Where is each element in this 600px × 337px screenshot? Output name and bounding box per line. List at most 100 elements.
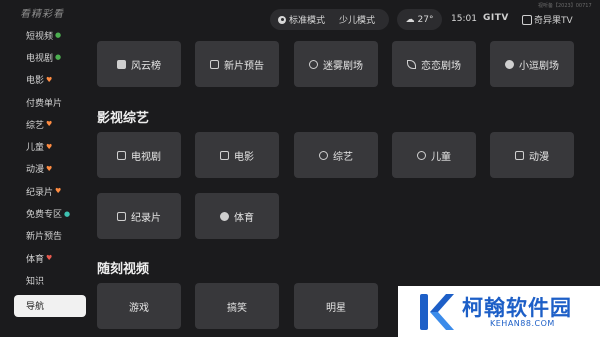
tile-label: 电影	[234, 151, 254, 163]
kids-mode-button[interactable]: 少儿模式	[332, 9, 382, 30]
sidebar-item-label: 纪录片	[26, 187, 54, 198]
tile-ranking[interactable]: 风云榜	[97, 41, 181, 87]
sidebar-item-variety[interactable]: 综艺 ♥	[14, 113, 92, 135]
tile-label: 体育	[234, 212, 254, 224]
new-dot-icon: ●	[64, 209, 71, 218]
sidebar-item-kids[interactable]: 儿童 ♥	[14, 135, 92, 157]
watermark-name: 柯翰软件园	[462, 296, 572, 320]
tile-label: 小逗剧场	[519, 60, 559, 72]
anime-icon	[515, 150, 524, 160]
gitv-logo: GITV	[483, 13, 509, 23]
watermark-url: KEHAN88.COM	[490, 319, 555, 328]
section-title-film-variety: 影视综艺	[97, 111, 150, 126]
tile-kids[interactable]: 儿童	[392, 132, 476, 178]
heart-icon: ♥	[55, 187, 62, 196]
site-watermark: 柯翰软件园 KEHAN88.COM	[398, 286, 600, 337]
qiyiguo-icon	[522, 14, 532, 25]
tile-label: 儿童	[431, 151, 451, 163]
heart-icon: ♥	[46, 164, 53, 173]
sidebar-item-label: 知识	[26, 276, 45, 287]
brand-script-logo: 看精彩看	[20, 9, 64, 20]
sidebar-item-anime[interactable]: 动漫 ♥	[14, 158, 92, 180]
license-note: 视听备【2023】00717	[538, 3, 592, 9]
heart-icon: ♥	[46, 142, 53, 151]
tile-movies[interactable]: 电影	[195, 132, 279, 178]
sidebar-item-trailers[interactable]: 新片预告	[14, 225, 92, 247]
kehan-logo-icon	[420, 294, 454, 330]
chart-icon	[117, 59, 126, 69]
tile-label: 风云榜	[131, 60, 161, 72]
standard-mode-label: 标准模式	[289, 16, 326, 26]
tile-anime[interactable]: 动漫	[490, 132, 574, 178]
new-dot-icon: ●	[55, 53, 62, 62]
leaf-icon	[407, 59, 416, 69]
tile-label: 纪录片	[131, 212, 161, 224]
kid-icon	[417, 150, 426, 160]
tile-celebrities[interactable]: 明星	[294, 283, 378, 329]
sidebar-item-navigation[interactable]: 导航	[14, 294, 86, 317]
sports-icon	[220, 211, 229, 221]
sidebar-item-label: 免费专区	[26, 210, 63, 221]
tv-home-screen: 看精彩看 视听备【2023】00717 标准模式 少儿模式 ☁ 27° 15:0…	[0, 0, 600, 337]
section-title-suike-video: 随刻视频	[97, 262, 150, 277]
tile-label: 游戏	[129, 302, 149, 314]
sidebar-item-label: 综艺	[26, 120, 45, 131]
tile-funny[interactable]: 搞笑	[195, 283, 279, 329]
sidebar-item-movies[interactable]: 电影 ♥	[14, 69, 92, 91]
sidebar-item-label: 体育	[26, 254, 45, 265]
tile-documentary[interactable]: 纪录片	[97, 193, 181, 239]
sidebar-item-label: 动漫	[26, 165, 45, 176]
temperature: 27°	[417, 14, 434, 25]
variety-icon	[319, 150, 328, 160]
tile-label: 综艺	[333, 151, 353, 163]
cloud-icon: ☁	[405, 14, 415, 25]
sidebar-item-label: 付费单片	[26, 98, 63, 109]
sidebar-item-label: 导航	[26, 302, 45, 313]
tile-tv-series[interactable]: 电视剧	[97, 132, 181, 178]
sidebar-item-label: 新片预告	[26, 232, 63, 243]
documentary-icon	[117, 211, 126, 221]
tile-sports[interactable]: 体育	[195, 193, 279, 239]
tile-variety[interactable]: 综艺	[294, 132, 378, 178]
tile-label: 搞笑	[227, 302, 247, 314]
tile-mist-theater[interactable]: 迷雾剧场	[294, 41, 378, 87]
qiyiguo-logo: 奇异果TV	[522, 13, 573, 26]
sidebar-item-paid-movies[interactable]: 付费单片	[14, 91, 92, 113]
tile-games[interactable]: 游戏	[97, 283, 181, 329]
tile-label: 新片预告	[224, 60, 264, 72]
sidebar-item-label: 儿童	[26, 143, 45, 154]
face-icon	[505, 59, 514, 69]
standard-mode-button[interactable]: 标准模式	[270, 9, 332, 30]
sidebar-item-documentary[interactable]: 纪录片 ♥	[14, 180, 92, 202]
heart-icon: ♥	[46, 120, 53, 129]
heart-icon: ♥	[46, 75, 53, 84]
tile-label: 动漫	[529, 151, 549, 163]
radio-selected-icon	[278, 15, 286, 24]
sidebar-item-knowledge[interactable]: 知识	[14, 269, 92, 291]
tile-romance-theater[interactable]: 恋恋剧场	[392, 41, 476, 87]
sidebar-item-label: 电视剧	[26, 53, 54, 64]
sidebar-item-free-zone[interactable]: 免费专区 ●	[14, 202, 92, 224]
mode-switcher: 标准模式 少儿模式	[270, 9, 389, 30]
weather-widget[interactable]: ☁ 27°	[397, 9, 442, 30]
heart-icon: ♥	[46, 254, 53, 263]
sidebar-item-tv-series[interactable]: 电视剧 ●	[14, 46, 92, 68]
sidebar-item-label: 短视频	[26, 31, 54, 42]
sidebar-item-sports[interactable]: 体育 ♥	[14, 247, 92, 269]
mist-icon	[309, 59, 318, 69]
tv-icon	[117, 150, 126, 160]
new-dot-icon: ●	[55, 31, 62, 40]
film-icon	[210, 59, 219, 69]
movie-icon	[220, 150, 229, 160]
tile-label: 恋恋剧场	[421, 60, 461, 72]
tile-comedy-theater[interactable]: 小逗剧场	[490, 41, 574, 87]
tile-label: 明星	[326, 302, 346, 314]
sidebar-item-short-video[interactable]: 短视频 ●	[14, 24, 92, 46]
tile-trailers[interactable]: 新片预告	[195, 41, 279, 87]
tile-label: 迷雾剧场	[323, 60, 363, 72]
kids-mode-label: 少儿模式	[339, 16, 376, 26]
tile-label: 电视剧	[131, 151, 161, 163]
qiyiguo-label: 奇异果TV	[534, 16, 573, 26]
sidebar-item-label: 电影	[26, 76, 45, 87]
clock: 15:01	[451, 14, 477, 24]
